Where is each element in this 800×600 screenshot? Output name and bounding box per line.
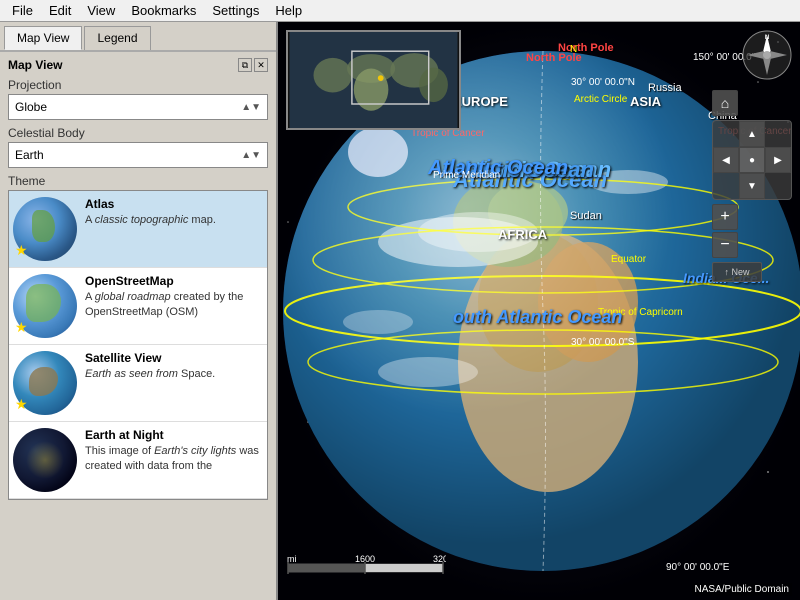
theme-item-osm[interactable]: ★ OpenStreetMap A global roadmap created b… bbox=[9, 268, 267, 345]
svg-text:3200: 3200 bbox=[433, 554, 446, 564]
empty-1 bbox=[713, 121, 739, 147]
theme-title-night: Earth at Night bbox=[85, 428, 263, 442]
svg-text:0 mi: 0 mi bbox=[286, 554, 297, 564]
theme-label: Theme bbox=[8, 174, 268, 188]
theme-info-night: Earth at Night This image of Earth's city… bbox=[85, 428, 263, 492]
menu-help[interactable]: Help bbox=[267, 1, 310, 20]
nav-buttons: ⌂ ▲ ◀ ● ▶ ▼ + − ↑ New bbox=[712, 90, 792, 282]
theme-thumb-satellite: ★ bbox=[13, 351, 77, 415]
theme-star-osm: ★ bbox=[15, 319, 28, 336]
window-restore-btn[interactable]: ⧉ bbox=[238, 58, 252, 72]
map-view-label: Map View bbox=[8, 58, 62, 72]
theme-desc-satellite: Earth as seen from Space. bbox=[85, 367, 263, 382]
theme-item-satellite[interactable]: ★ Satellite View Earth as seen from Space. bbox=[9, 345, 267, 422]
theme-info-satellite: Satellite View Earth as seen from Space. bbox=[85, 351, 263, 415]
projection-label: Projection bbox=[8, 78, 268, 92]
theme-title-satellite: Satellite View bbox=[85, 351, 263, 365]
theme-desc-osm: A global roadmap created by the OpenStre… bbox=[85, 290, 263, 321]
theme-thumb-night bbox=[13, 428, 77, 492]
left-panel: Map View Legend Map View ⧉ ✕ Projection … bbox=[0, 22, 278, 600]
pan-center-btn[interactable]: ● bbox=[739, 147, 765, 173]
celestial-body-label: Celestial Body bbox=[8, 126, 268, 140]
scale-bar: 0 mi 1600 3200 bbox=[286, 552, 446, 580]
menu-view[interactable]: View bbox=[79, 1, 123, 20]
panel-content: Map View ⧉ ✕ Projection Globe ▲▼ Celesti… bbox=[0, 52, 276, 600]
tab-bar: Map View Legend bbox=[0, 22, 276, 52]
theme-desc-night: This image of Earth's city lights was cr… bbox=[85, 444, 263, 475]
attribution-text: NASA/Public Domain bbox=[692, 583, 792, 596]
window-controls: ⧉ ✕ bbox=[238, 58, 268, 72]
pan-controls: ▲ ◀ ● ▶ ▼ bbox=[712, 120, 792, 200]
theme-info-atlas: Atlas A classic topographic map. bbox=[85, 197, 263, 261]
window-close-btn[interactable]: ✕ bbox=[254, 58, 268, 72]
map-area[interactable]: Atlantic Ocean tlantic Ocean Atlantic Oc… bbox=[278, 22, 800, 600]
celestial-body-value: Earth bbox=[15, 148, 44, 162]
theme-list: ★ Atlas A classic topographic map. ★ OpenStr… bbox=[8, 190, 268, 500]
theme-item-night[interactable]: Earth at Night This image of Earth's city… bbox=[9, 422, 267, 499]
theme-star-atlas: ★ bbox=[15, 242, 28, 259]
theme-desc-atlas: A classic topographic map. bbox=[85, 213, 263, 228]
menubar: File Edit View Bookmarks Settings Help bbox=[0, 0, 800, 22]
celestial-body-arrow: ▲▼ bbox=[241, 150, 261, 161]
overview-map bbox=[286, 30, 461, 130]
theme-title-osm: OpenStreetMap bbox=[85, 274, 263, 288]
pan-left-btn[interactable]: ◀ bbox=[713, 147, 739, 173]
empty-2 bbox=[765, 121, 791, 147]
tab-legend[interactable]: Legend bbox=[84, 26, 150, 50]
theme-star-satellite: ★ bbox=[15, 396, 28, 413]
menu-file[interactable]: File bbox=[4, 1, 41, 20]
empty-3 bbox=[713, 173, 739, 199]
svg-text:N: N bbox=[765, 35, 769, 41]
menu-settings[interactable]: Settings bbox=[204, 1, 267, 20]
zoom-out-btn[interactable]: − bbox=[712, 232, 738, 258]
celestial-body-select[interactable]: Earth ▲▼ bbox=[8, 142, 268, 168]
zoom-controls: + − bbox=[712, 204, 792, 258]
home-button[interactable]: ⌂ bbox=[712, 90, 738, 116]
empty-4 bbox=[765, 173, 791, 199]
tab-map-view[interactable]: Map View bbox=[4, 26, 82, 50]
globe-image-night bbox=[13, 428, 77, 492]
pan-down-btn[interactable]: ▼ bbox=[739, 173, 765, 199]
svg-text:1600: 1600 bbox=[355, 554, 375, 564]
menu-edit[interactable]: Edit bbox=[41, 1, 79, 20]
map-view-header: Map View ⧉ ✕ bbox=[8, 58, 268, 72]
main-layout: Map View Legend Map View ⧉ ✕ Projection … bbox=[0, 22, 800, 600]
theme-thumb-osm: ★ bbox=[13, 274, 77, 338]
projection-select[interactable]: Globe ▲▼ bbox=[8, 94, 268, 120]
zoom-in-btn[interactable]: + bbox=[712, 204, 738, 230]
new-button[interactable]: ↑ New bbox=[712, 262, 762, 282]
theme-thumb-atlas: ★ bbox=[13, 197, 77, 261]
pan-right-btn[interactable]: ▶ bbox=[765, 147, 791, 173]
menu-bookmarks[interactable]: Bookmarks bbox=[123, 1, 204, 20]
theme-item-atlas[interactable]: ★ Atlas A classic topographic map. bbox=[9, 191, 267, 268]
theme-title-atlas: Atlas bbox=[85, 197, 263, 211]
projection-value: Globe bbox=[15, 100, 47, 114]
compass: N bbox=[742, 30, 792, 80]
projection-arrow: ▲▼ bbox=[241, 102, 261, 113]
pan-up-btn[interactable]: ▲ bbox=[739, 121, 765, 147]
theme-info-osm: OpenStreetMap A global roadmap created by… bbox=[85, 274, 263, 338]
